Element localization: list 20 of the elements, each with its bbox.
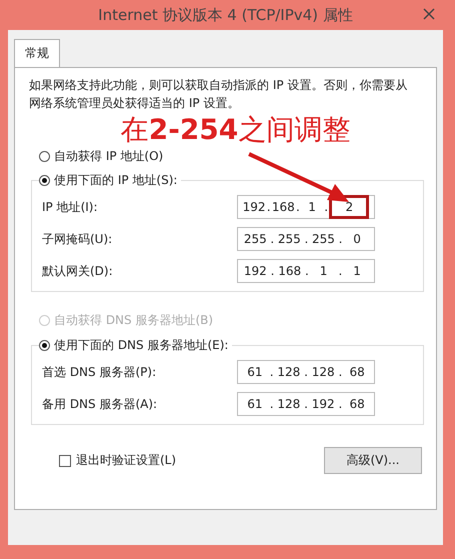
field-label: 默认网关(D):	[42, 262, 113, 280]
ip-address-field[interactable]: 192 . 168 . 1 . 1	[237, 259, 375, 283]
ip-address-field[interactable]: 61 . 128 . 192 . 68	[237, 392, 375, 416]
advanced-button[interactable]: 高级(V)...	[324, 447, 422, 474]
field-label: 备用 DNS 服务器(A):	[42, 396, 158, 412]
ip-address-field[interactable]: 192.168. 1 . 2	[237, 195, 375, 219]
validate-checkbox[interactable]: 退出时验证设置(L)	[59, 452, 176, 469]
window-title: Internet 协议版本 4 (TCP/IPv4) 属性	[98, 6, 353, 24]
radio-icon[interactable]	[39, 174, 50, 186]
radio-icon[interactable]	[39, 150, 50, 162]
tab[interactable]: 常规	[14, 39, 60, 68]
field-label: 子网掩码(U):	[42, 230, 112, 248]
close-icon[interactable]	[423, 8, 435, 20]
field-label: 首选 DNS 服务器(P):	[42, 364, 156, 380]
ip-address-field[interactable]: 61 . 128 . 128 . 68	[237, 360, 375, 384]
description-text: 如果网络支持此功能，则可以获取自动指派的 IP 设置。否则，你需要从网络系统管理员处获得适当的 IP 设置。	[29, 77, 408, 112]
radio-icon[interactable]	[39, 340, 50, 350]
ip-address-field[interactable]: 255 . 255 . 255 . 0	[237, 227, 375, 251]
field-label: IP 地址(I):	[42, 198, 98, 216]
annotation-text: 在2-254之间调整	[120, 114, 350, 146]
